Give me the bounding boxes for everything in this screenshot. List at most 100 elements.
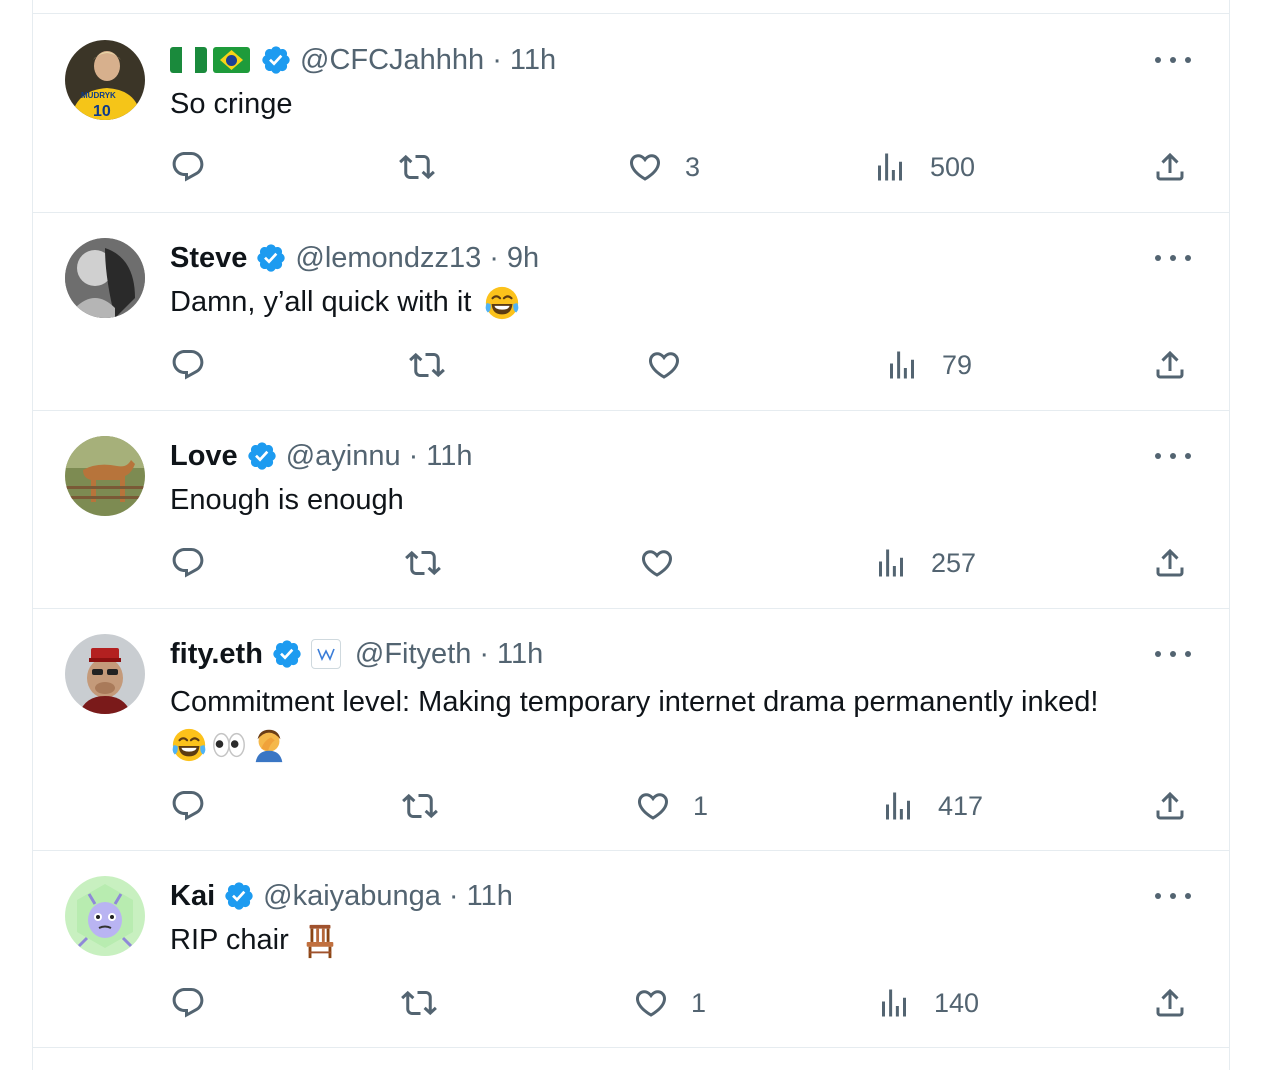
heart-icon [635, 788, 671, 824]
tweet[interactable]: fity.eth @Fityeth · 11h Commitment level… [33, 608, 1229, 850]
display-name[interactable]: fity.eth [170, 638, 263, 671]
user-handle[interactable]: @ayinnu [286, 440, 401, 473]
retweet-icon [402, 788, 438, 824]
share-icon [1152, 788, 1188, 824]
tweet-text: Commitment level: Making temporary inter… [170, 681, 1189, 765]
avatar[interactable] [65, 436, 145, 516]
tweet[interactable]: Steve @lemondzz13 · 9h Damn, y’all quick… [33, 212, 1229, 410]
like-button[interactable] [639, 543, 697, 583]
more-options-button[interactable] [1155, 450, 1191, 462]
display-name[interactable]: Steve [170, 242, 247, 275]
views-icon [880, 788, 916, 824]
timestamp[interactable]: 11h [426, 440, 472, 473]
reply-icon [170, 149, 206, 185]
tweet-text-content: So cringe [170, 88, 293, 120]
view-count: 417 [938, 790, 984, 821]
tears-of-joy-emoji-icon [170, 726, 208, 764]
separator-dot: · [492, 43, 502, 76]
views-button[interactable]: 79 [884, 345, 972, 385]
retweet-button[interactable] [405, 543, 441, 583]
heart-icon [627, 149, 663, 185]
tweet-text-content: Enough is enough [170, 484, 404, 516]
views-button[interactable]: 500 [872, 147, 975, 187]
tweet-text-content: RIP chair [170, 924, 289, 956]
reply-button[interactable] [170, 543, 206, 583]
like-count: 1 [693, 790, 709, 821]
like-button[interactable]: 1 [635, 786, 708, 826]
share-button[interactable] [1152, 345, 1188, 385]
nigeria-flag-icon [170, 47, 207, 73]
retweet-button[interactable] [401, 983, 437, 1023]
avatar[interactable] [65, 876, 145, 956]
share-icon [1152, 545, 1188, 581]
more-options-button[interactable] [1155, 54, 1191, 66]
separator-dot: · [489, 241, 499, 274]
views-icon [876, 985, 912, 1021]
separator-dot: · [408, 439, 419, 472]
tweet-header: Love @ayinnu · 11h [170, 438, 473, 474]
reply-button[interactable] [170, 786, 206, 826]
views-icon [873, 545, 909, 581]
more-options-button[interactable] [1155, 648, 1191, 660]
views-icon [872, 149, 908, 185]
affiliation-badge-icon[interactable] [310, 639, 341, 669]
avatar[interactable] [65, 238, 145, 318]
user-handle[interactable]: @kaiyabunga [263, 880, 441, 913]
share-icon [1152, 985, 1188, 1021]
verified-badge-icon [255, 242, 287, 274]
verified-badge-icon [246, 440, 278, 472]
views-button[interactable]: 140 [876, 983, 979, 1023]
retweet-button[interactable] [409, 345, 445, 385]
retweet-button[interactable] [402, 786, 438, 826]
jersey-name: MUDRYK [81, 91, 116, 100]
reply-button[interactable] [170, 147, 206, 187]
tweet-header: Kai @kaiyabunga · 11h [170, 878, 513, 914]
avatar[interactable] [65, 634, 145, 714]
tweet-header: fity.eth @Fityeth · 11h [170, 636, 543, 672]
reply-button[interactable] [170, 983, 206, 1023]
timestamp[interactable]: 11h [467, 880, 513, 913]
timestamp[interactable]: 11h [510, 44, 556, 77]
svg-text:10: 10 [93, 103, 111, 120]
tweet-header: Steve @lemondzz13 · 9h [170, 240, 539, 276]
reply-icon [170, 788, 206, 824]
share-button[interactable] [1152, 147, 1188, 187]
reply-icon [170, 545, 206, 581]
separator-dot: · [479, 637, 490, 670]
user-handle[interactable]: @Fityeth [355, 638, 471, 671]
share-button[interactable] [1152, 983, 1188, 1023]
tweet[interactable]: Kai @kaiyabunga · 11h RIP chair 1 140 [33, 850, 1229, 1048]
retweet-icon [405, 545, 441, 581]
retweet-icon [401, 985, 437, 1021]
user-handle[interactable]: @CFCJahhhh [300, 44, 484, 77]
share-button[interactable] [1152, 543, 1188, 583]
timestamp[interactable]: 9h [507, 242, 539, 275]
user-handle[interactable]: @lemondzz13 [295, 242, 481, 275]
reply-icon [170, 985, 206, 1021]
avatar[interactable]: MUDRYK 10 [65, 40, 145, 120]
heart-icon [633, 985, 669, 1021]
retweet-button[interactable] [399, 147, 435, 187]
like-button[interactable]: 1 [633, 983, 706, 1023]
heart-icon [639, 545, 675, 581]
view-count: 79 [942, 349, 973, 380]
tweet-text-content: Commitment level: Making temporary inter… [170, 686, 1099, 718]
view-count: 500 [930, 151, 976, 182]
views-button[interactable]: 417 [880, 786, 983, 826]
like-button[interactable]: 3 [627, 147, 700, 187]
timestamp[interactable]: 11h [497, 638, 543, 671]
reply-icon [170, 347, 206, 383]
like-button[interactable] [646, 345, 704, 385]
views-icon [884, 347, 920, 383]
verified-badge-icon [271, 638, 303, 670]
share-button[interactable] [1152, 786, 1188, 826]
more-options-button[interactable] [1155, 252, 1191, 264]
display-name[interactable]: Love [170, 440, 238, 473]
views-button[interactable]: 257 [873, 543, 976, 583]
tweet[interactable]: Love @ayinnu · 11h Enough is enough 257 [33, 410, 1229, 608]
more-options-button[interactable] [1155, 890, 1191, 902]
display-name[interactable]: Kai [170, 880, 215, 913]
tweet[interactable]: MUDRYK 10 @CFCJahhhh · 11h So cringe 3 5… [33, 13, 1229, 212]
verified-badge-icon [260, 44, 292, 76]
reply-button[interactable] [170, 345, 206, 385]
